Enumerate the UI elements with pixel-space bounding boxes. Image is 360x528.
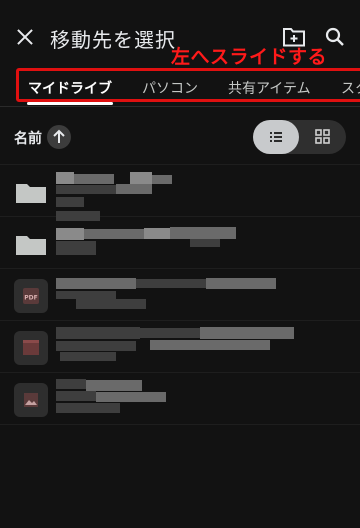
search-icon[interactable] xyxy=(324,26,346,48)
list-item[interactable] xyxy=(0,211,360,269)
video-file-icon xyxy=(14,331,48,365)
list-item[interactable]: PDF xyxy=(0,268,360,321)
active-tab-indicator xyxy=(27,102,113,105)
grid-view-button[interactable] xyxy=(301,120,346,154)
arrow-up-icon xyxy=(53,129,65,143)
list-item[interactable] xyxy=(0,320,360,373)
pdf-icon: PDF xyxy=(23,288,39,304)
tabs-divider xyxy=(0,106,360,107)
image-file-icon xyxy=(14,383,48,417)
slide-left-annotation: 左へスライドする xyxy=(171,46,328,68)
list-item[interactable] xyxy=(0,164,360,217)
tabs-highlight-box xyxy=(16,68,360,102)
list-view-icon xyxy=(270,132,282,142)
svg-text:PDF: PDF xyxy=(24,295,37,302)
grid-view-icon xyxy=(315,129,330,144)
folder-icon xyxy=(16,236,46,255)
sort-direction-button[interactable] xyxy=(47,125,71,149)
pdf-file-icon: PDF xyxy=(14,279,48,313)
list-item[interactable] xyxy=(0,372,360,425)
folder-icon xyxy=(16,184,46,203)
sort-label[interactable]: 名前 xyxy=(14,128,42,148)
list-bottom-divider xyxy=(0,424,360,426)
list-view-button[interactable] xyxy=(253,120,299,154)
image-icon xyxy=(24,393,38,407)
close-icon[interactable] xyxy=(12,24,38,50)
movie-icon xyxy=(23,340,39,355)
page-title: 移動先を選択 xyxy=(50,28,176,52)
